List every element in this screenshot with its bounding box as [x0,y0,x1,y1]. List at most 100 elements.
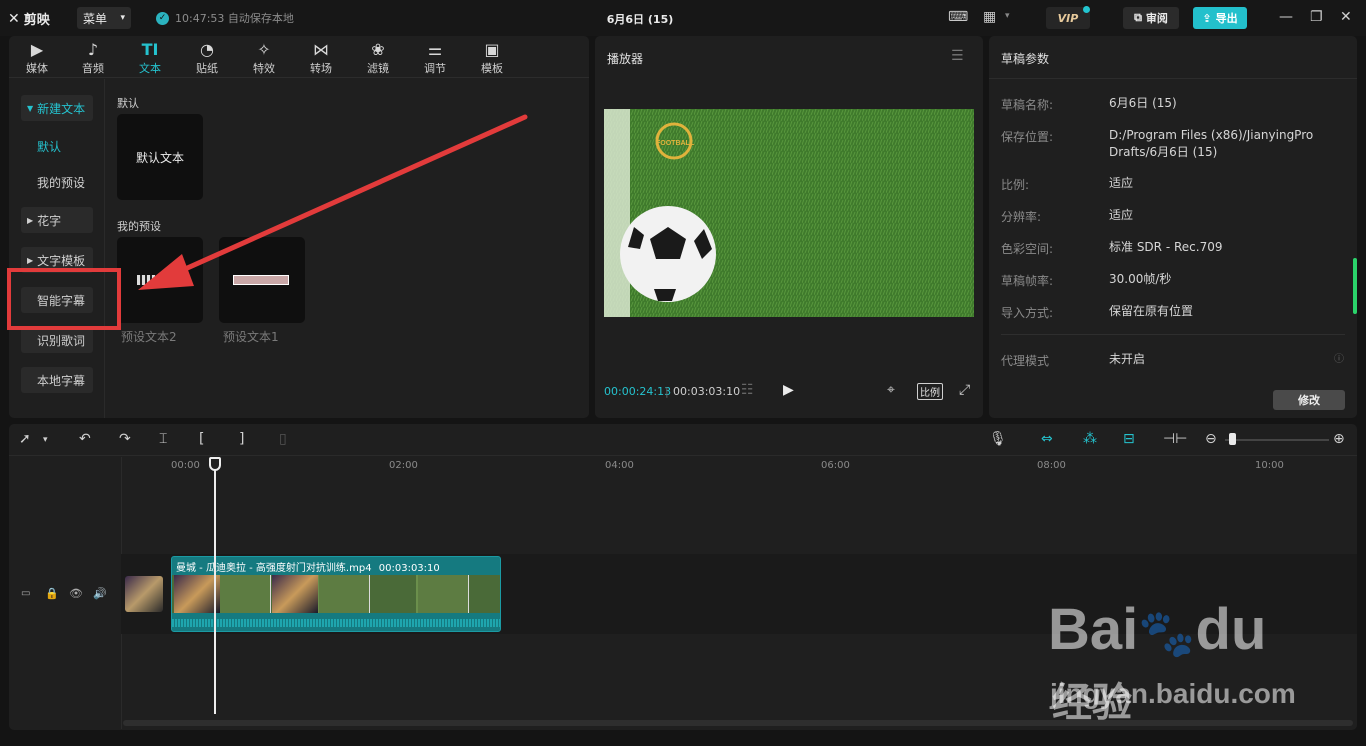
default-text-card[interactable]: 默认文本 [117,114,203,200]
zoom-out-icon[interactable]: ⊖ [1205,431,1217,447]
baidu-watermark: Bai🐾du经验 jingyan.baidu.com [1048,597,1308,726]
menu-lines-icon[interactable]: ☰ [951,48,964,64]
info-icon[interactable]: ⓘ [1334,350,1344,365]
app-name: 剪映 [23,13,50,28]
playhead-handle[interactable] [209,457,221,471]
vip-notification-dot [1083,6,1090,13]
close-icon[interactable]: ✕ [1340,9,1352,25]
sidebar-item-fancy-text[interactable]: ▶ 花字 [21,207,93,233]
grid-icon[interactable]: ☷ [741,382,754,398]
video-logo-text: FOOTBALL [656,140,695,147]
chevron-down-icon[interactable]: ▾ [43,435,48,445]
track-cover-thumbnail[interactable] [125,576,163,612]
minimize-icon[interactable]: — [1279,9,1293,25]
tab-filter[interactable]: ❀ 滤镜 [358,40,398,76]
tab-media[interactable]: ▶ 媒体 [17,40,57,76]
restore-icon[interactable]: ❐ [1310,9,1323,25]
time-tick: 02:00 [389,460,418,471]
sidebar-item-my-presets[interactable]: 我的预设 [21,169,93,195]
track-cover-icon[interactable]: ▭ [21,588,30,599]
preset-text-1-card[interactable] [219,237,305,323]
tab-template[interactable]: ▣ 模板 [472,40,512,76]
watermark-url: jingyan.baidu.com [1050,678,1296,709]
review-label: 审阅 [1145,12,1168,25]
tab-text[interactable]: TI 文本 [130,40,170,76]
layout-dropdown-icon[interactable]: ▾ [1005,11,1010,21]
menu-label: 菜单 [83,11,108,26]
param-label: 导入方式: [1001,306,1054,320]
video-preview[interactable]: FOOTBALL [604,109,974,317]
player-panel: 播放器 ☰ FOOTBALL 00:00:24:13 | 00:03:03:10… [595,36,983,418]
play-icon[interactable]: ▶ [783,382,794,398]
tab-sticker[interactable]: ◔ 贴纸 [187,40,227,76]
link-main-track-icon[interactable]: ⇔ [1041,431,1053,447]
param-value: 6月6日 (15) [1109,96,1177,110]
clip-thumbnail [272,575,318,613]
autosave-status: ✓ 10:47:53 自动保存本地 [156,10,294,26]
preset-text-2-caption: 预设文本2 [121,330,177,344]
tab-audio[interactable]: ♪ 音频 [73,40,113,76]
undo-icon[interactable]: ↶ [79,431,91,447]
sidebar-item-lyrics[interactable]: 识别歌词 [21,327,93,353]
trim-left-icon[interactable]: [ [199,431,204,447]
snap-icon[interactable]: ⁂ [1083,431,1097,447]
param-label: 草稿帧率: [1001,274,1054,288]
split-icon[interactable]: ⌶ [159,431,167,447]
speaker-icon[interactable]: 🔊 [93,587,107,600]
preset-text-1-caption: 预设文本1 [223,330,279,344]
sidebar-item-new-text[interactable]: ▼ 新建文本 [21,95,93,121]
divider [989,78,1357,79]
clip-name: 曼城 - 瓜迪奥拉 - 高强度射门对抗训练.mp4 [176,563,372,574]
current-time: 00:00:24:13 [604,385,672,398]
playhead[interactable] [214,458,216,714]
fullscreen-icon[interactable]: ⤢ [959,382,970,398]
text-sidebar: ▼ 新建文本 默认 我的预设 ▶ 花字 ▶ 文字模板 智能字幕 识别歌词 本地字幕 [9,79,105,418]
select-cursor-icon[interactable]: ➚ [19,431,31,447]
tab-adjust[interactable]: ⚌ 调节 [415,40,455,76]
clip-thumbnails [172,575,500,613]
draft-params-panel: 草稿参数 草稿名称: 6月6日 (15) 保存位置: D:/Program Fi… [989,36,1357,418]
effects-icon: ✧ [257,40,271,59]
microphone-icon[interactable]: 🎙 [989,431,1007,447]
ratio-button[interactable]: 比例 [917,383,943,400]
preset-text-2-card[interactable] [117,237,203,323]
layout-icon[interactable]: ▦ [983,9,996,25]
zoom-slider[interactable] [1225,439,1329,441]
audio-icon: ♪ [87,40,99,59]
fit-screen-icon[interactable]: ⌖ [887,382,895,398]
keyboard-icon[interactable]: ⌨ [948,9,968,25]
tab-effects[interactable]: ✧ 特效 [244,40,284,76]
scrollbar[interactable] [1353,258,1357,314]
eye-icon[interactable]: 👁 [69,587,83,600]
watermark-brand: Bai [1048,597,1139,662]
param-value: 未开启 [1109,352,1146,366]
zoom-slider-handle[interactable] [1229,433,1236,445]
triangle-right-icon: ▶ [27,215,34,225]
triangle-down-icon: ▼ [27,103,34,113]
main-menu-button[interactable]: 菜单 ▾ [77,7,131,29]
zoom-in-icon[interactable]: ⊕ [1333,431,1345,447]
lock-icon[interactable]: 🔒 [45,587,59,600]
modify-button[interactable]: 修改 [1273,390,1345,410]
export-button[interactable]: ⇪ 导出 [1193,7,1247,29]
title-bar: ✕ 剪映 菜单 ▾ ✓ 10:47:53 自动保存本地 6月6日 (15) ⌨ … [0,0,1366,36]
time-tick: 00:00 [171,460,200,471]
tab-transition[interactable]: ⋈ 转场 [301,40,341,76]
text-icon: TI [141,40,159,59]
linkage-icon[interactable]: ⊟ [1123,431,1135,447]
param-value: 标准 SDR - Rec.709 [1109,240,1223,254]
check-circle-icon: ✓ [156,11,169,25]
time-tick: 08:00 [1037,460,1066,471]
redo-icon[interactable]: ↷ [119,431,131,447]
delete-icon[interactable]: ▯ [279,431,287,447]
transition-icon: ⋈ [313,40,329,59]
video-frame: FOOTBALL [604,109,974,317]
sidebar-item-default[interactable]: 默认 [21,133,93,159]
preview-axis-icon[interactable]: ⊣⊢ [1163,431,1187,447]
media-panel: ▶ 媒体 ♪ 音频 TI 文本 ◔ 贴纸 ✧ 特效 ⋈ 转场 ❀ 滤镜 ⚌ 调节 ▣ 模板 ▼ 新建… [9,36,589,418]
trim-right-icon[interactable]: ] [239,431,244,447]
video-clip[interactable]: 曼城 - 瓜迪奥拉 - 高强度射门对抗训练.mp4 00:03:03:10 [171,556,501,632]
param-label: 代理模式 [1001,354,1050,368]
sidebar-item-local-subtitle[interactable]: 本地字幕 [21,367,93,393]
review-button[interactable]: ⧉ 审阅 [1123,7,1179,29]
